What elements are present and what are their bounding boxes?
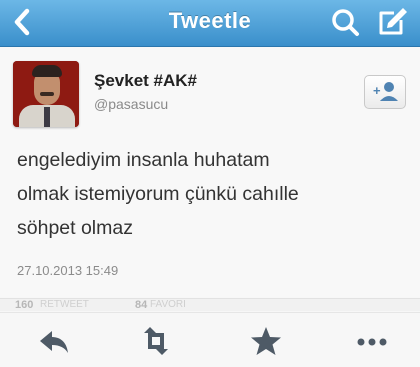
retweet-count-label: RETWEET xyxy=(40,299,89,310)
follow-button[interactable]: + xyxy=(364,75,406,109)
compose-icon xyxy=(379,8,407,35)
favorite-count-label: FAVORİ xyxy=(150,299,186,310)
author-name[interactable]: Şevket #AK# xyxy=(94,71,197,91)
tweet-text: engelediyim insanla huhatam olmak istemi… xyxy=(17,149,299,239)
add-user-icon: + xyxy=(373,82,398,101)
favorite-button[interactable] xyxy=(246,321,286,361)
tweet-card: Şevket #AK# @pasasucu + engelediyim insa… xyxy=(0,47,420,297)
retweet-button[interactable] xyxy=(136,321,176,361)
more-icon xyxy=(357,338,387,346)
compose-button[interactable] xyxy=(372,3,412,41)
retweet-icon xyxy=(144,327,168,355)
tweet-timestamp: 27.10.2013 15:49 xyxy=(17,263,119,278)
more-button[interactable] xyxy=(352,321,392,361)
action-bar xyxy=(0,312,420,367)
navigation-bar: Tweetle xyxy=(0,0,420,47)
avatar[interactable] xyxy=(13,61,79,127)
reply-icon xyxy=(40,331,68,353)
retweet-count[interactable]: 160 xyxy=(15,299,33,311)
tweet-stats: 160 RETWEET 84 FAVORİ xyxy=(0,298,420,311)
reply-button[interactable] xyxy=(34,321,74,361)
search-icon xyxy=(332,9,359,36)
svg-text:+: + xyxy=(373,83,381,98)
search-button[interactable] xyxy=(326,4,366,40)
author-handle[interactable]: @pasasucu xyxy=(94,96,168,112)
star-icon xyxy=(251,327,281,355)
favorite-count[interactable]: 84 xyxy=(135,299,147,311)
